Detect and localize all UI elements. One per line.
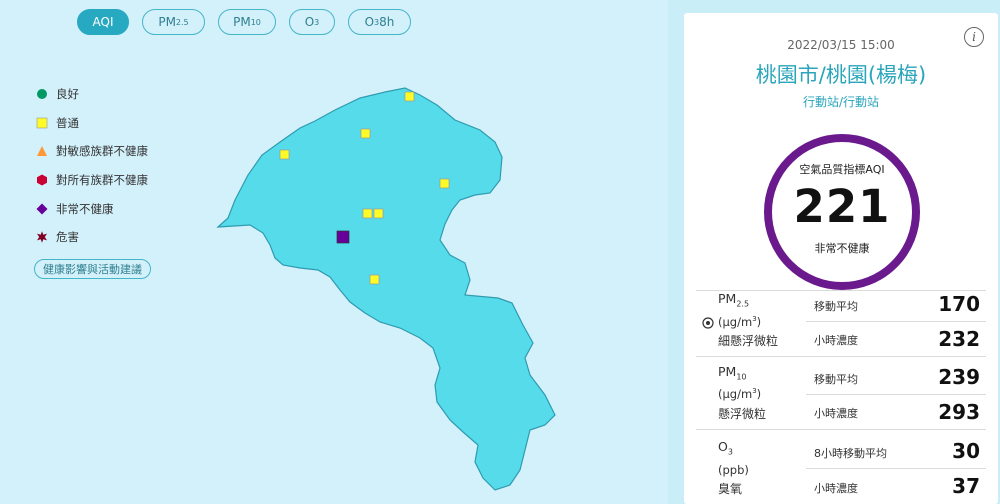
pm25-hour-label: 小時濃度 bbox=[814, 334, 858, 347]
divider bbox=[696, 356, 986, 357]
pm10-name-sub: 10 bbox=[736, 372, 747, 382]
station-marker-moderate[interactable] bbox=[369, 274, 380, 285]
taoyuan-region[interactable] bbox=[216, 87, 556, 491]
o3-cn-name: 臭氧 bbox=[718, 482, 743, 496]
pm25-unit: (μg/m3) bbox=[718, 315, 761, 329]
o3-avg-label: 8小時移動平均 bbox=[814, 447, 887, 460]
station-marker-moderate[interactable] bbox=[362, 208, 373, 219]
o3-hour-value: 37 bbox=[952, 474, 980, 498]
station-marker-moderate[interactable] bbox=[373, 208, 384, 219]
pm10-cn-name: 懸浮微粒 bbox=[718, 407, 767, 421]
pm10-hour-label: 小時濃度 bbox=[814, 407, 858, 420]
station-marker-moderate[interactable] bbox=[279, 149, 290, 160]
reading-datetime: 2022/03/15 15:00 bbox=[787, 38, 895, 52]
pm25-unit-text: (μg/m bbox=[718, 315, 753, 329]
aqi-label: 空氣品質指標AQI bbox=[799, 163, 885, 176]
pm25-name: PM2.5 bbox=[718, 291, 749, 309]
o3-name-text: O bbox=[718, 439, 728, 454]
station-name: 桃園市/桃園(楊梅) bbox=[755, 63, 927, 87]
aqi-gauge: 空氣品質指標AQI 221 非常不健康 bbox=[764, 134, 920, 290]
divider bbox=[806, 394, 986, 395]
pm25-name-text: PM bbox=[718, 291, 737, 306]
o3-unit: (ppb) bbox=[718, 463, 749, 477]
pm25-cn-name: 細懸浮微粒 bbox=[718, 334, 779, 348]
station-marker-moderate[interactable] bbox=[404, 91, 415, 102]
pm10-name: PM10 bbox=[718, 364, 747, 382]
pm25-hour-value: 232 bbox=[938, 327, 980, 351]
o3-avg-value: 30 bbox=[952, 439, 980, 463]
aqi-status: 非常不健康 bbox=[814, 242, 870, 255]
map-canvas[interactable] bbox=[0, 0, 668, 504]
target-icon bbox=[702, 317, 714, 329]
pm10-name-text: PM bbox=[718, 364, 737, 379]
pm25-unit-tail: ) bbox=[756, 315, 762, 329]
pm25-avg-value: 170 bbox=[938, 292, 980, 316]
o3-name-sub: 3 bbox=[727, 447, 733, 457]
pm10-unit-tail: ) bbox=[756, 387, 762, 401]
pm25-name-sub: 2.5 bbox=[736, 299, 750, 309]
station-marker-moderate[interactable] bbox=[439, 178, 450, 189]
pm10-unit: (μg/m3) bbox=[718, 387, 761, 401]
pm10-hour-value: 293 bbox=[938, 400, 980, 424]
pm25-avg-label: 移動平均 bbox=[814, 300, 858, 313]
station-marker-moderate[interactable] bbox=[360, 128, 371, 139]
aqi-value: 221 bbox=[793, 180, 891, 233]
o3-hour-label: 小時濃度 bbox=[814, 482, 858, 495]
o3-name: O3 bbox=[718, 439, 733, 457]
divider bbox=[696, 429, 986, 430]
pm10-unit-text: (μg/m bbox=[718, 387, 753, 401]
station-info-panel: i 2022/03/15 15:00 桃園市/桃園(楊梅) 行動站/行動站 空氣… bbox=[684, 13, 998, 504]
divider bbox=[806, 321, 986, 322]
station-marker-very-unhealthy[interactable] bbox=[336, 230, 350, 244]
pm10-avg-value: 239 bbox=[938, 365, 980, 389]
o3-unit-text: (ppb) bbox=[718, 463, 749, 477]
station-type: 行動站/行動站 bbox=[802, 95, 880, 109]
pm10-avg-label: 移動平均 bbox=[814, 373, 858, 386]
divider bbox=[806, 468, 986, 469]
